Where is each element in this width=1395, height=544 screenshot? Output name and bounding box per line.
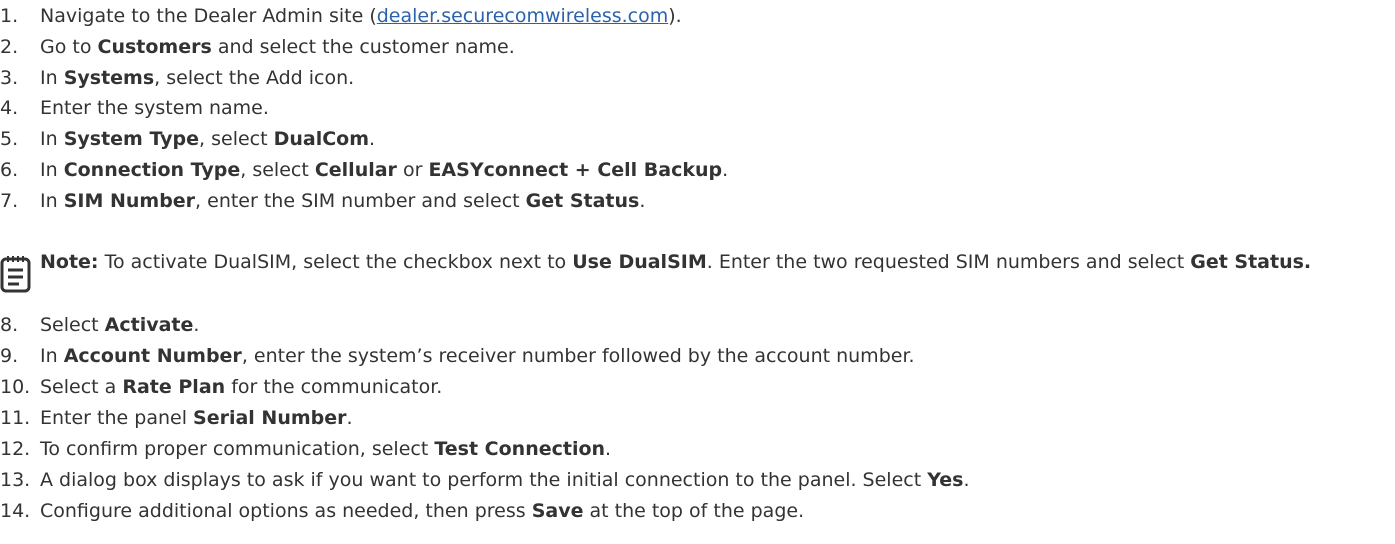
step-number: 7. (0, 190, 19, 212)
step-text-part: for the communicator. (225, 376, 443, 398)
step-text-part: Select a (40, 376, 123, 398)
step-text: In SIM Number, enter the SIM number and … (40, 189, 645, 213)
step-text-part: , enter the SIM number and select (195, 190, 526, 212)
step-text-part: . (193, 314, 200, 336)
step-text-part: In (40, 345, 64, 367)
step-text-part: , select (199, 128, 274, 150)
bold-term: Use DualSIM (572, 251, 707, 273)
bold-term: System Type (63, 128, 200, 150)
step-text: In Account Number, enter the system’s re… (40, 344, 915, 368)
step-text-part: and select the customer name. (211, 36, 515, 58)
step-text-part: at the top of the page. (583, 500, 805, 522)
bold-term: Get Status (525, 190, 640, 212)
step-text-part: , enter the system’s receiver number fol… (241, 345, 915, 367)
bold-term: Connection Type (63, 159, 241, 181)
step-text-part: Go to (40, 36, 98, 58)
step-text-part: In (40, 128, 64, 150)
step-text: Enter the system name. (40, 96, 269, 120)
step-text-part: ). (668, 5, 682, 27)
step-text-part: In (40, 190, 64, 212)
step-text-part: . (369, 128, 376, 150)
step-number: 3. (0, 67, 19, 89)
step-number: 6. (0, 159, 19, 181)
bold-term: Systems (63, 67, 155, 89)
bold-term: Rate Plan (122, 376, 226, 398)
step-number: 12. (0, 438, 31, 460)
step-number: 8. (0, 314, 19, 336)
step-number: 9. (0, 345, 19, 367)
bold-term: Serial Number (193, 407, 347, 429)
bold-term: Cellular (314, 159, 397, 181)
step-number: 14. (0, 500, 31, 522)
step-text-part: Navigate to the Dealer Admin site ( (40, 5, 377, 27)
step-number: 10. (0, 376, 31, 398)
bold-term: Activate (104, 314, 194, 336)
step-text-part: To confirm proper communication, select (40, 438, 435, 460)
note-text-part: To activate DualSIM, select the checkbox… (98, 251, 573, 273)
step-text-part: or (396, 159, 429, 181)
step-text-part: . (963, 469, 970, 491)
step-text: Go to Customers and select the customer … (40, 35, 515, 59)
step-text-part: Enter the system name. (40, 97, 269, 119)
step-text: To confirm proper communication, select … (40, 437, 611, 461)
step-text: Select a Rate Plan for the communicator. (40, 375, 442, 399)
step-text: In Systems, select the Add icon. (40, 66, 354, 90)
note-label: Note: (40, 251, 99, 273)
bold-term: Test Connection (434, 438, 606, 460)
bold-term: Account Number (63, 345, 242, 367)
step-text-part: , select the Add icon. (154, 67, 355, 89)
step-number: 11. (0, 407, 31, 429)
bold-term: Customers (97, 36, 212, 58)
note-text-part: . Enter the two requested SIM numbers an… (706, 251, 1191, 273)
note-text: Note: To activate DualSIM, select the ch… (40, 248, 1390, 277)
step-text: Enter the panel Serial Number. (40, 406, 353, 430)
step-text-part: . (639, 190, 646, 212)
step-text-part: In (40, 159, 64, 181)
step-number: 5. (0, 128, 19, 150)
bold-term: DualCom (273, 128, 370, 150)
instructions-document: 1. Navigate to the Dealer Admin site (de… (0, 0, 1395, 544)
step-text-part: , select (240, 159, 315, 181)
bold-term: Yes (927, 469, 964, 491)
step-text-part: Select (40, 314, 105, 336)
step-number: 1. (0, 5, 19, 27)
dealer-admin-link[interactable]: dealer.securecomwireless.com (377, 5, 669, 27)
step-text: Navigate to the Dealer Admin site (deale… (40, 4, 682, 28)
bold-term: Save (531, 500, 584, 522)
step-text-part: . (346, 407, 353, 429)
step-text: Select Activate. (40, 313, 199, 337)
step-text-part: Configure additional options as needed, … (40, 500, 532, 522)
step-text: A dialog box displays to ask if you want… (40, 468, 969, 492)
note-block: Note: To activate DualSIM, select the ch… (0, 248, 1395, 308)
step-number: 4. (0, 97, 19, 119)
bold-term: EASYconnect + Cell Backup (428, 159, 723, 181)
step-text-part: In (40, 67, 64, 89)
bold-term: SIM Number (63, 190, 196, 212)
step-text-part: Enter the panel (40, 407, 194, 429)
step-text-part: . (605, 438, 612, 460)
note-pad-icon (0, 256, 31, 293)
bold-term: Get Status. (1190, 251, 1312, 273)
step-text: In System Type, select DualCom. (40, 127, 375, 151)
step-number: 13. (0, 469, 31, 491)
step-text: Configure additional options as needed, … (40, 499, 804, 523)
step-text-part: . (722, 159, 729, 181)
step-text-part: A dialog box displays to ask if you want… (40, 469, 928, 491)
step-text: In Connection Type, select Cellular or E… (40, 158, 728, 182)
step-number: 2. (0, 36, 19, 58)
